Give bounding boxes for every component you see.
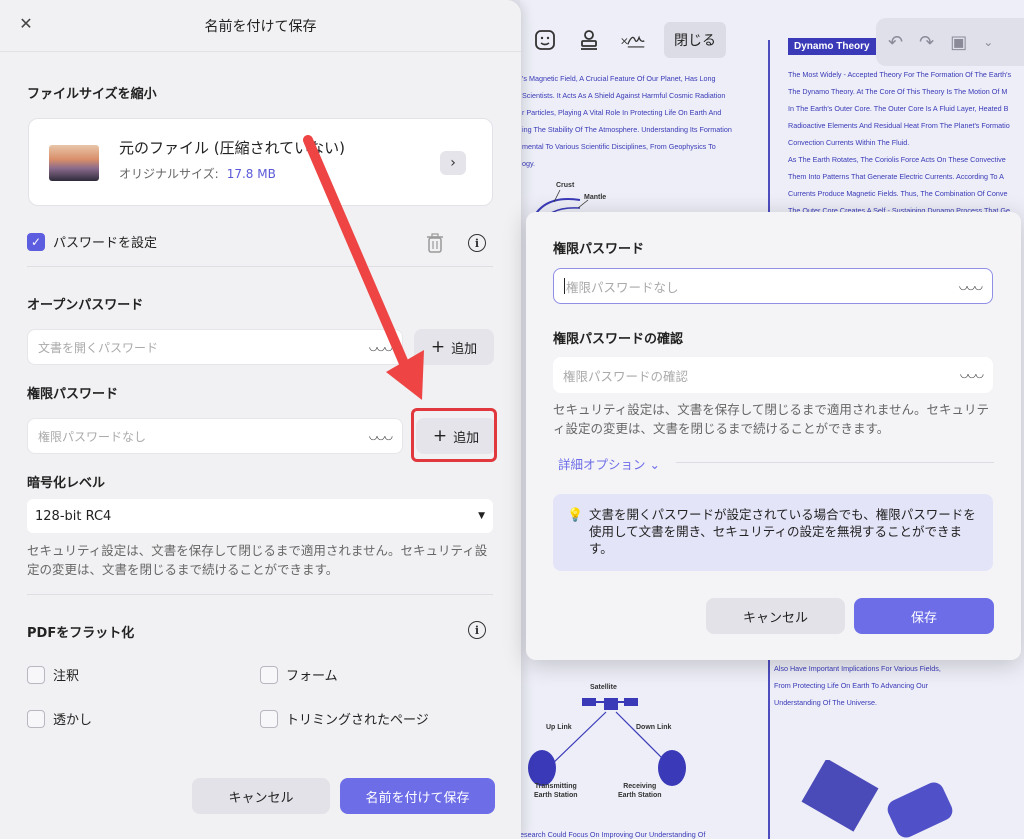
advanced-options-link[interactable]: 詳細オプション ⌄ xyxy=(558,454,660,473)
plus-icon: + xyxy=(430,337,446,357)
svg-text:×: × xyxy=(620,35,629,47)
diagram-label: Transmitting Earth Station xyxy=(534,783,578,799)
diagram-label: Mantle xyxy=(584,194,607,201)
signature-icon[interactable]: × xyxy=(620,27,646,53)
chevron-right-icon[interactable]: › xyxy=(440,151,466,175)
eye-closed-icon[interactable]: ◡◡◡ xyxy=(960,369,984,380)
lightbulb-icon: 💡 xyxy=(567,508,584,523)
document-text-right: The Most Widely - Accepted Theory For Th… xyxy=(788,70,1012,215)
permission-cancel-button[interactable]: キャンセル xyxy=(706,598,845,634)
set-password-option[interactable]: ✓ パスワードを設定 xyxy=(27,232,157,251)
form-checkbox[interactable] xyxy=(260,665,278,684)
save-as-button[interactable]: 名前を付けて保存 xyxy=(340,778,495,814)
watermark-checkbox[interactable] xyxy=(27,709,45,728)
original-size-value: 17.8 MB xyxy=(226,167,276,181)
highlight-frame xyxy=(411,408,497,462)
dialog-header: ✕ 名前を付けて保存 xyxy=(0,0,521,52)
eye-closed-icon[interactable]: ◡◡◡ xyxy=(959,281,983,292)
eye-closed-icon[interactable]: ◡◡◡ xyxy=(369,431,393,442)
confirm-password-field[interactable]: 権限パスワードの確認 ◡◡◡ xyxy=(553,357,993,393)
section-heading: Dynamo Theory xyxy=(788,38,876,55)
redo-icon[interactable]: ↷ xyxy=(919,32,934,53)
close-document-button[interactable]: 閉じる xyxy=(664,22,726,58)
hint-text: 文書を開くパスワードが設定されている場合でも、権限パスワードを使用して文書を開き… xyxy=(589,507,976,556)
dialog-title: 名前を付けて保存 xyxy=(204,18,317,35)
flatten-annotation-option[interactable]: 注釈 xyxy=(27,665,79,684)
text-cursor xyxy=(564,278,565,294)
info-icon[interactable]: i xyxy=(468,234,486,252)
security-note: セキュリティ設定は、文書を保存して閉じるまで適用されません。セキュリティ設定の変… xyxy=(27,543,488,577)
stamp-icon[interactable] xyxy=(576,27,602,53)
document-text-left: 's Magnetic Field, A Crucial Feature Of … xyxy=(522,74,732,168)
satellite-illustration xyxy=(801,760,953,838)
permission-password-heading: 権限パスワード xyxy=(27,387,119,402)
document-toolbar: × 閉じる xyxy=(532,18,726,62)
permission-password-input[interactable]: 権限パスワードなし ◡◡◡ xyxy=(27,418,403,454)
diagram-label: Up Link xyxy=(546,724,572,731)
diagram-label: Crust xyxy=(556,182,575,189)
divider xyxy=(676,462,994,463)
flatten-cropped-option[interactable]: トリミングされたページ xyxy=(260,709,429,728)
undo-redo-toolbar: ↶ ↷ ▣ ⌄ xyxy=(876,18,1024,66)
permission-password-dialog: 権限パスワード 権限パスワードなし ◡◡◡ 権限パスワードの確認 権限パスワード… xyxy=(526,212,1021,660)
set-password-checkbox[interactable]: ✓ xyxy=(27,232,45,251)
set-password-label: パスワードを設定 xyxy=(53,236,158,251)
close-icon[interactable]: ✕ xyxy=(16,14,36,34)
file-thumbnail xyxy=(49,145,99,181)
chevron-down-icon: ⌄ xyxy=(649,457,660,472)
open-password-input[interactable]: 文書を開くパスワード ◡◡◡ xyxy=(27,329,403,365)
chevron-down-icon[interactable]: ⌄ xyxy=(983,35,993,49)
permission-password-label: 権限パスワード xyxy=(553,242,645,257)
permission-security-note: セキュリティ設定は、文書を保存して閉じるまで適用されません。セキュリティ設定の変… xyxy=(553,402,990,436)
undo-icon[interactable]: ↶ xyxy=(888,32,903,53)
hint-box: 💡 文書を開くパスワードが設定されている場合でも、権限パスワードを使用して文書を… xyxy=(553,494,993,571)
confirm-password-label: 権限パスワードの確認 xyxy=(553,332,684,347)
sticker-icon[interactable] xyxy=(532,27,558,53)
trash-icon[interactable] xyxy=(426,232,444,254)
original-size: オリジナルサイズ: 17.8 MB xyxy=(119,167,276,181)
divider xyxy=(27,594,493,595)
permission-save-button[interactable]: 保存 xyxy=(854,598,994,634)
divider xyxy=(27,266,493,267)
diagram-label: Down Link xyxy=(636,724,672,731)
encryption-level-heading: 暗号化レベル xyxy=(27,476,106,491)
save-as-dialog: ✕ 名前を付けて保存 ファイルサイズを縮小 元のファイル (圧縮されていない) … xyxy=(0,0,521,839)
caret-down-icon: ▼ xyxy=(478,511,485,521)
flatten-heading: PDFをフラット化 xyxy=(27,626,135,641)
flatten-watermark-option[interactable]: 透かし xyxy=(27,709,92,728)
encryption-level-select[interactable]: 128-bit RC4 ▼ xyxy=(27,499,493,533)
info-icon[interactable]: i xyxy=(468,621,486,639)
add-open-password-button[interactable]: + 追加 xyxy=(414,329,494,365)
save-icon[interactable]: ▣ xyxy=(950,32,967,53)
cancel-button[interactable]: キャンセル xyxy=(192,778,330,814)
cropped-checkbox[interactable] xyxy=(260,709,278,728)
open-password-heading: オープンパスワード xyxy=(27,298,144,313)
flatten-form-option[interactable]: フォーム xyxy=(260,665,338,684)
eye-closed-icon[interactable]: ◡◡◡ xyxy=(369,342,393,353)
diagram-label: Satellite xyxy=(590,684,617,691)
file-name: 元のファイル (圧縮されていない) xyxy=(119,139,346,157)
reduce-size-heading: ファイルサイズを縮小 xyxy=(27,87,157,102)
file-size-card[interactable]: 元のファイル (圧縮されていない) オリジナルサイズ: 17.8 MB › xyxy=(28,118,493,206)
permission-password-field[interactable]: 権限パスワードなし ◡◡◡ xyxy=(553,268,993,304)
annotation-checkbox[interactable] xyxy=(27,665,45,684)
diagram-label: Receiving Earth Station xyxy=(618,783,662,799)
document-text-lower: Also Have Important Implications For Var… xyxy=(774,664,941,707)
document-text-footer: esearch Could Focus On Improving Our Und… xyxy=(520,830,706,839)
